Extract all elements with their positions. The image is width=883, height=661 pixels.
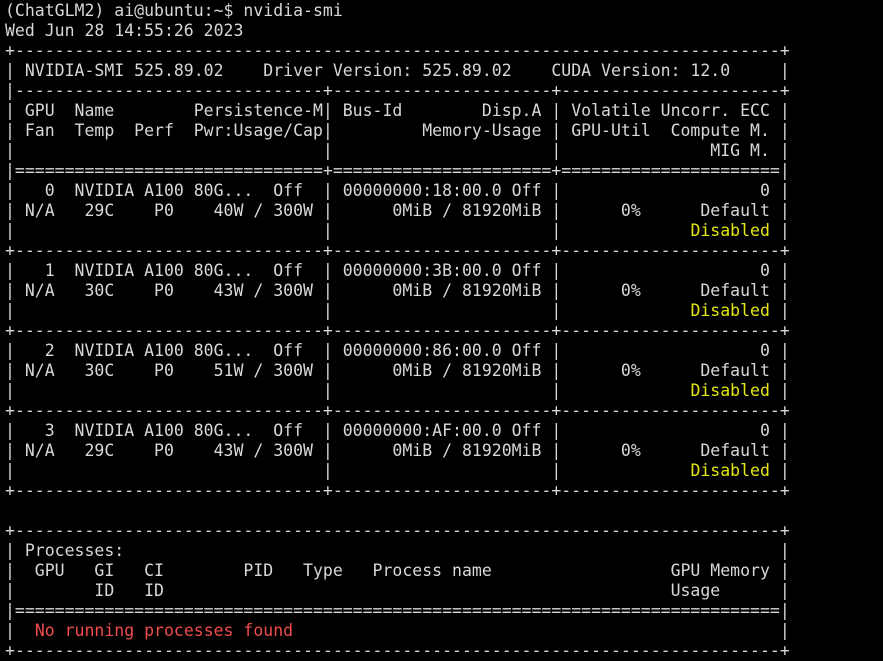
gpu-row-line-3-post: | (769, 221, 790, 240)
column-header-row-1: | GPU Name Persistence-M| Bus-Id Disp.A … (5, 101, 790, 120)
processes-separator: |=======================================… (5, 601, 790, 620)
no-processes-pre: | (5, 621, 35, 640)
gpu-row-line-3: | | | Disabled | (5, 221, 883, 241)
prompt-line: (ChatGLM2) ai@ubuntu:~$ nvidia-smi (5, 1, 343, 20)
gpu-row-separator: +-------------------------------+-------… (5, 241, 790, 260)
gpu-row-line-3-post: | (769, 301, 790, 320)
header-double-separator: |===============================+=======… (5, 161, 790, 180)
gpu-row-line-3: | | | Disabled | (5, 381, 883, 401)
gpu-row-line-2: | N/A 30C P0 51W / 300W | 0MiB / 81920Mi… (5, 361, 790, 380)
gpu-row-line-1: | 3 NVIDIA A100 80G... Off | 00000000:AF… (5, 421, 790, 440)
no-processes-message: No running processes found (34, 621, 294, 640)
gpu-row-line-3-pre: | | | (5, 381, 691, 400)
version-line: | NVIDIA-SMI 525.89.02 Driver Version: 5… (5, 61, 790, 80)
processes-border-bottom: +---------------------------------------… (5, 641, 790, 660)
gpu-row-separator: +-------------------------------+-------… (5, 321, 790, 340)
terminal-window[interactable]: (ChatGLM2) ai@ubuntu:~$ nvidia-smi Wed J… (0, 1, 883, 660)
gpu-row-line-3-pre: | | | (5, 461, 691, 480)
mig-status: Disabled (690, 301, 770, 320)
processes-column-row-1: | GPU GI CI PID Type Process name GPU Me… (5, 561, 790, 580)
gpu-row-line-1: | 2 NVIDIA A100 80G... Off | 00000000:86… (5, 341, 790, 360)
no-processes-post: | (293, 621, 790, 640)
mig-status: Disabled (690, 221, 770, 240)
column-header-row-3: | | | MIG M. | (5, 141, 790, 160)
gpu-row-separator: +-------------------------------+-------… (5, 401, 790, 420)
gpu-row-separator: +-------------------------------+-------… (5, 481, 790, 500)
gpu-row-line-3-pre: | | | (5, 221, 691, 240)
gpu-row-line-3-post: | (769, 461, 790, 480)
mig-status: Disabled (690, 461, 770, 480)
header-separator: |-------------------------------+-------… (5, 81, 790, 100)
gpu-row-line-2: | N/A 29C P0 43W / 300W | 0MiB / 81920Mi… (5, 441, 790, 460)
processes-column-row-2: | ID ID Usage | (5, 581, 790, 600)
gpu-row-line-3: | | | Disabled | (5, 301, 883, 321)
gpu-row-line-2: | N/A 29C P0 40W / 300W | 0MiB / 81920Mi… (5, 201, 790, 220)
mig-status: Disabled (690, 381, 770, 400)
no-processes-line: | No running processes found | (5, 621, 883, 641)
gpu-row-line-2: | N/A 30C P0 43W / 300W | 0MiB / 81920Mi… (5, 281, 790, 300)
header-border-top: +---------------------------------------… (5, 41, 790, 60)
processes-title: | Processes: | (5, 541, 790, 560)
processes-border-top: +---------------------------------------… (5, 521, 790, 540)
datetime-line: Wed Jun 28 14:55:26 2023 (5, 21, 244, 40)
gpu-row-line-1: | 1 NVIDIA A100 80G... Off | 00000000:3B… (5, 261, 790, 280)
gpu-row-line-3: | | | Disabled | (5, 461, 883, 481)
gpu-row-line-1: | 0 NVIDIA A100 80G... Off | 00000000:18… (5, 181, 790, 200)
column-header-row-2: | Fan Temp Perf Pwr:Usage/Cap| Memory-Us… (5, 121, 790, 140)
gpu-row-line-3-post: | (769, 381, 790, 400)
gpu-row-line-3-pre: | | | (5, 301, 691, 320)
